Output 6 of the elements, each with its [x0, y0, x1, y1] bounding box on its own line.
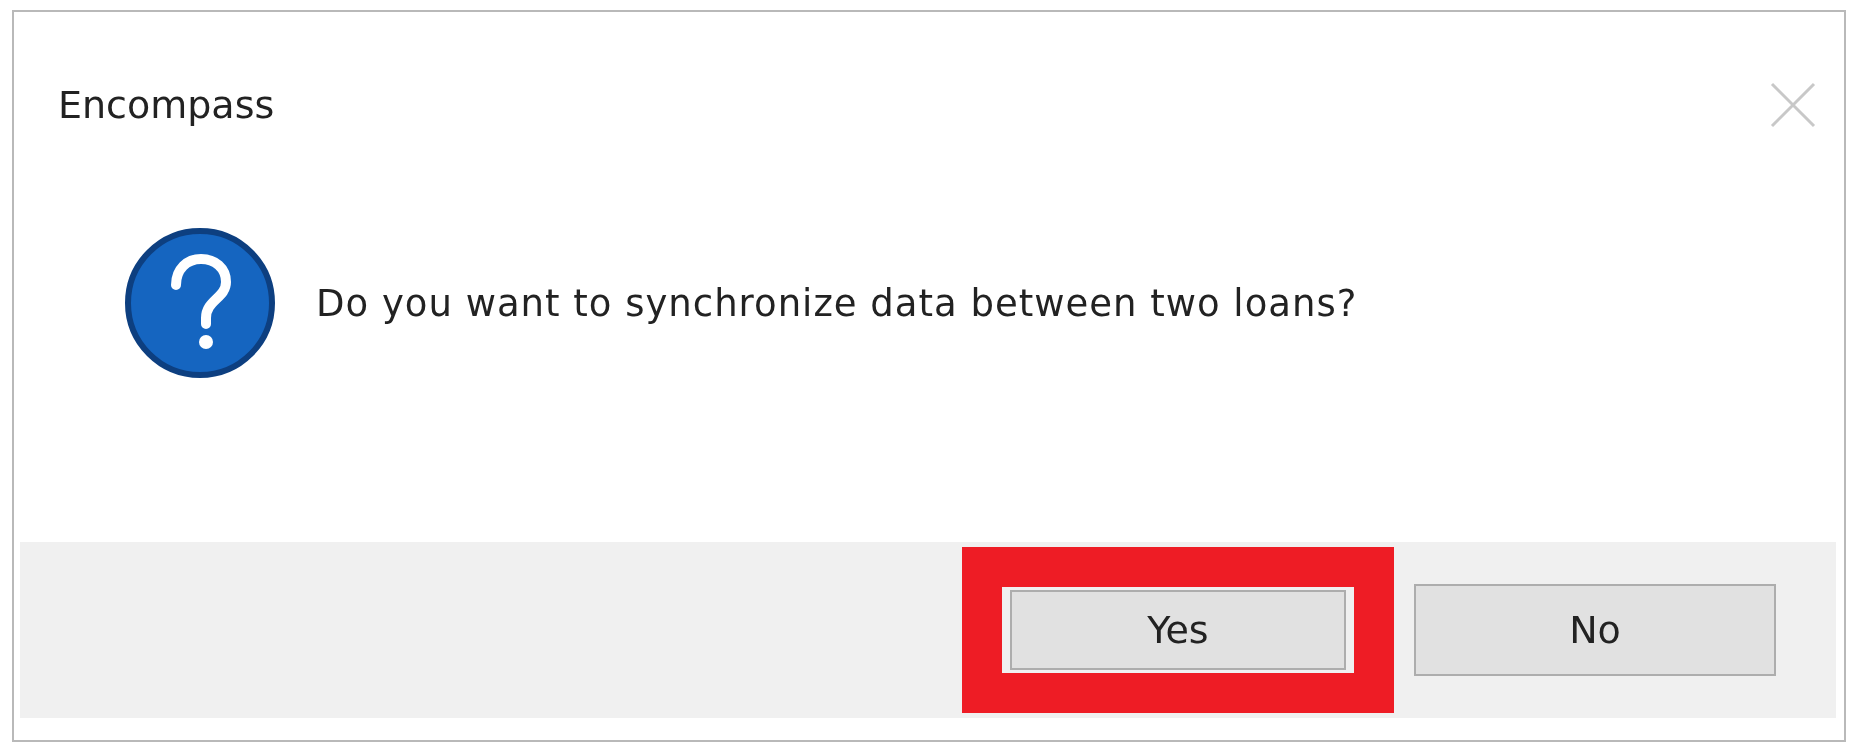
dialog-button[interactable]: Yes [1010, 590, 1346, 670]
message-text: Do you want to synchronize data between two loans? [316, 281, 1358, 325]
question-icon [124, 227, 276, 379]
window-title: Encompass [58, 83, 275, 127]
dialog-button[interactable]: No [1414, 584, 1776, 676]
close-icon[interactable] [1768, 80, 1818, 130]
